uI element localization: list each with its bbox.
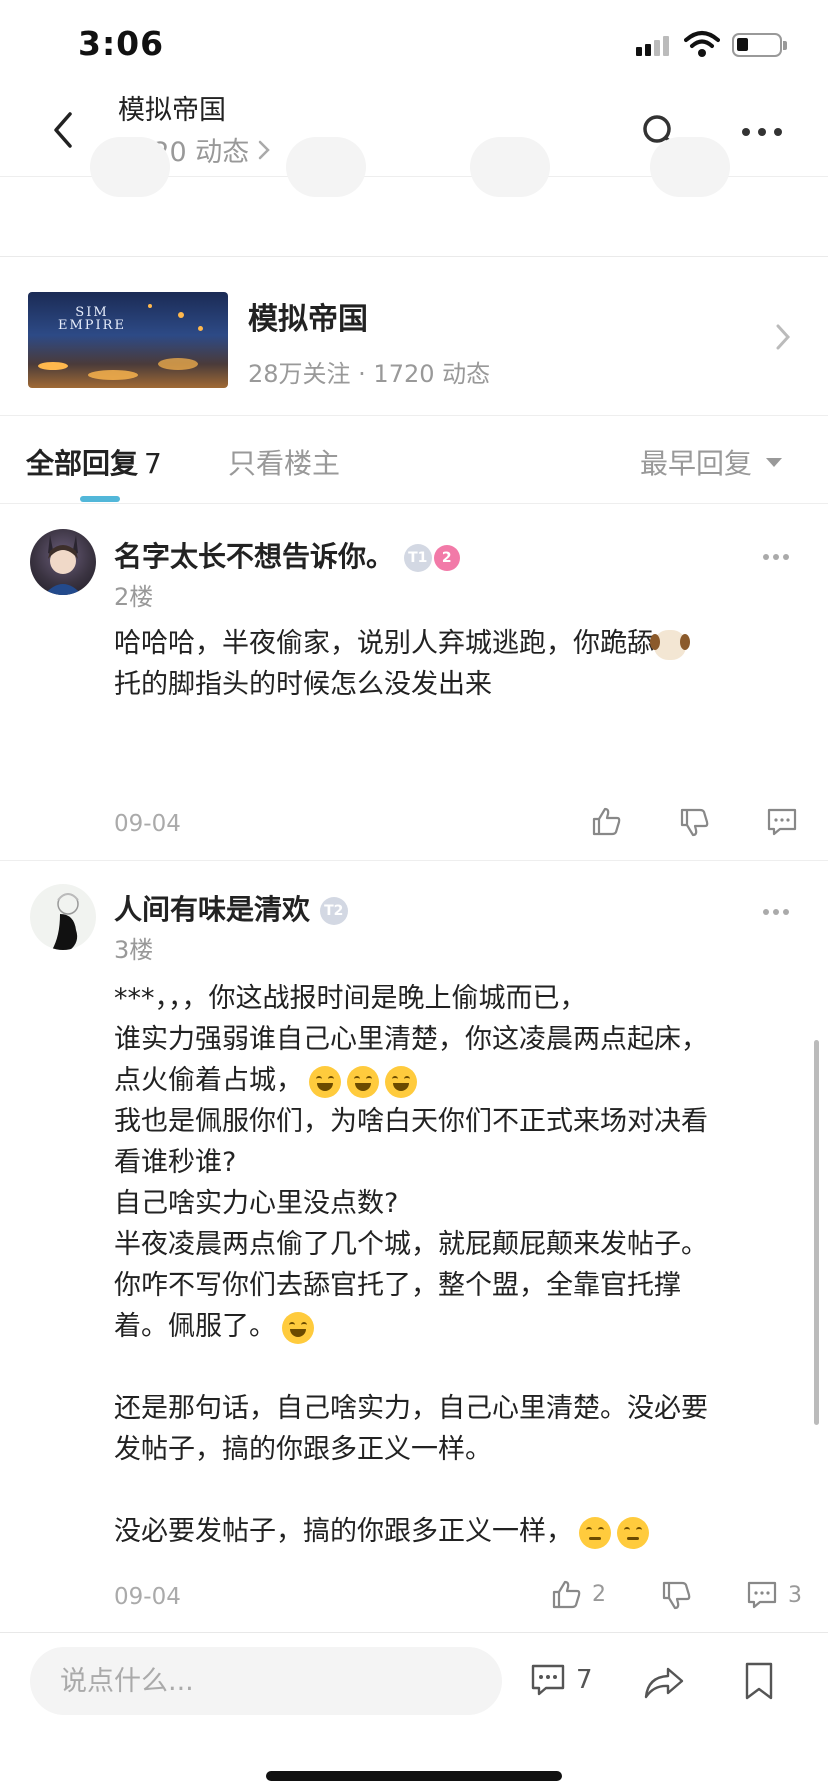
status-time: 3:06 bbox=[78, 24, 165, 63]
laughing-emoji bbox=[347, 1065, 379, 1098]
laughing-emoji bbox=[309, 1065, 341, 1098]
reply-text: 哈哈哈，半夜偷家，说别人弃城逃跑，你跪舔 bbox=[114, 628, 654, 659]
reply-text: 我也是佩服你们，为啥白天你们不正式来场对决看 看谁秒谁? 自己啥实力心里没点数?… bbox=[114, 1106, 708, 1342]
forum-name: 模拟帝国 bbox=[248, 302, 368, 337]
floor-number: 3楼 bbox=[114, 936, 154, 964]
tab-all-label: 全部回复 bbox=[26, 447, 139, 480]
rank-badge: 2 bbox=[433, 545, 460, 571]
laughing-emoji bbox=[385, 1065, 417, 1098]
home-indicator bbox=[266, 1771, 562, 1781]
wifi-icon bbox=[684, 31, 720, 57]
dog-emoji bbox=[650, 629, 690, 660]
chevron-right-icon bbox=[776, 324, 791, 350]
reply-text: 还是那句话，自己啥实力，自己心里清楚。没必要 发帖子，搞的你跟多正义一样。 bbox=[114, 1393, 708, 1465]
thumbs-down-icon bbox=[662, 1581, 691, 1610]
bottom-bar: 7 bbox=[0, 1632, 828, 1792]
level-badge: T2 bbox=[319, 897, 348, 925]
chevron-right-icon bbox=[259, 140, 271, 159]
more-icon[interactable] bbox=[762, 553, 790, 561]
thumbs-up-icon bbox=[592, 807, 621, 836]
like-button[interactable] bbox=[590, 805, 632, 837]
comment-button[interactable]: 3 bbox=[746, 1580, 802, 1610]
forum-cover-image: SIM EMPIRE bbox=[28, 292, 228, 388]
divider bbox=[0, 860, 828, 861]
reply-item: 人间有味是清欢 T2 3楼 ***，，，你这战报时间是晚上偷城而已， 谁实力强弱… bbox=[0, 862, 828, 1632]
reply-content: ***，，，你这战报时间是晚上偷城而已， 谁实力强弱谁自己心里清楚，你这凌晨两点… bbox=[114, 978, 794, 1552]
comment-button[interactable] bbox=[766, 807, 808, 837]
sort-label: 最早回复 bbox=[640, 447, 753, 480]
reply-date: 09-04 bbox=[114, 811, 181, 837]
reply-item: 名字太长不想告诉你。 T1 2 2楼 哈哈哈，半夜偷家，说别人弃城逃跑，你跪舔 托… bbox=[0, 505, 828, 860]
reply-date: 09-04 bbox=[114, 1584, 181, 1610]
more-icon[interactable] bbox=[740, 122, 784, 142]
comment-input[interactable] bbox=[30, 1647, 502, 1715]
comment-icon bbox=[767, 808, 797, 836]
level-badge: T1 bbox=[403, 544, 432, 572]
tab-all-replies[interactable]: 全部回复 7 bbox=[26, 442, 162, 482]
like-button[interactable]: 2 bbox=[550, 1578, 606, 1610]
username[interactable]: 人间有味是清欢 T2 bbox=[114, 888, 348, 928]
laughing-emoji bbox=[282, 1311, 314, 1344]
share-icon[interactable] bbox=[642, 1663, 686, 1703]
username-text: 人间有味是清欢 bbox=[114, 893, 311, 926]
forum-stats: 28万关注 · 1720 动态 bbox=[248, 360, 491, 388]
forum-cover-logo: SIM EMPIRE bbox=[58, 305, 126, 333]
battery-icon bbox=[732, 33, 787, 57]
bookmark-icon[interactable] bbox=[742, 1661, 776, 1701]
back-icon[interactable] bbox=[44, 106, 84, 154]
cellular-signal-icon bbox=[636, 34, 672, 56]
sort-dropdown[interactable]: 最早回复 bbox=[640, 442, 783, 482]
status-bar: 3:06 bbox=[0, 0, 828, 90]
reply-content: 哈哈哈，半夜偷家，说别人弃城逃跑，你跪舔 托的脚指头的时候怎么没发出来 bbox=[114, 623, 794, 705]
avatar[interactable] bbox=[30, 884, 96, 950]
dislike-button[interactable] bbox=[660, 1580, 692, 1612]
comments-button[interactable]: 7 bbox=[530, 1663, 593, 1697]
comment-icon bbox=[747, 1581, 777, 1609]
floor-number: 2楼 bbox=[114, 583, 154, 611]
dislike-button[interactable] bbox=[678, 807, 710, 839]
active-tab-indicator bbox=[80, 496, 120, 502]
reply-text: 托的脚指头的时候怎么没发出来 bbox=[114, 669, 492, 700]
thinking-emoji bbox=[579, 1516, 611, 1549]
avatar-illustration bbox=[52, 893, 79, 950]
username[interactable]: 名字太长不想告诉你。 T1 2 bbox=[114, 535, 460, 575]
like-count: 2 bbox=[592, 1581, 606, 1607]
comment-count: 7 bbox=[576, 1665, 593, 1695]
scrollbar[interactable] bbox=[814, 1040, 819, 1425]
comment-icon bbox=[531, 1664, 565, 1696]
page-title[interactable]: 模拟帝国 bbox=[118, 88, 226, 127]
thumbs-up-icon bbox=[552, 1580, 581, 1609]
thinking-emoji bbox=[617, 1516, 649, 1549]
caret-down-icon bbox=[766, 457, 783, 467]
more-icon[interactable] bbox=[762, 908, 790, 916]
comment-count: 3 bbox=[788, 1582, 802, 1608]
forum-card[interactable]: SIM EMPIRE 模拟帝国 28万关注 · 1720 动态 bbox=[0, 258, 828, 416]
avatar[interactable] bbox=[30, 529, 96, 595]
reply-text: 没必要发帖子，搞的你跟多正义一样， bbox=[114, 1516, 573, 1547]
tab-all-count: 7 bbox=[144, 447, 162, 480]
avatar-illustration bbox=[44, 535, 82, 595]
thumbs-down-icon bbox=[680, 808, 709, 837]
tab-owner-only[interactable]: 只看楼主 bbox=[228, 442, 340, 482]
scrolled-action-row bbox=[0, 137, 828, 257]
reply-tabs: 全部回复 7 只看楼主 最早回复 bbox=[0, 416, 828, 504]
username-text: 名字太长不想告诉你。 bbox=[114, 540, 395, 573]
